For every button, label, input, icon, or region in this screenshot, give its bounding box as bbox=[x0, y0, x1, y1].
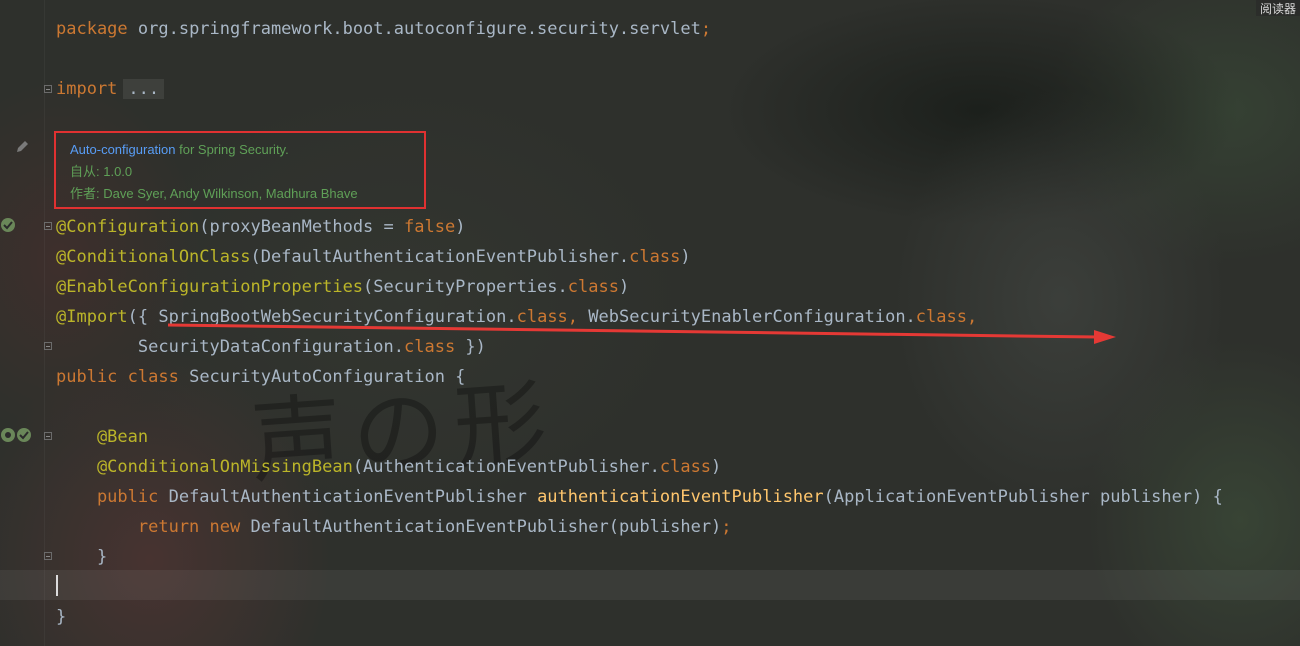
red-annotation-arrow bbox=[167, 323, 1116, 344]
